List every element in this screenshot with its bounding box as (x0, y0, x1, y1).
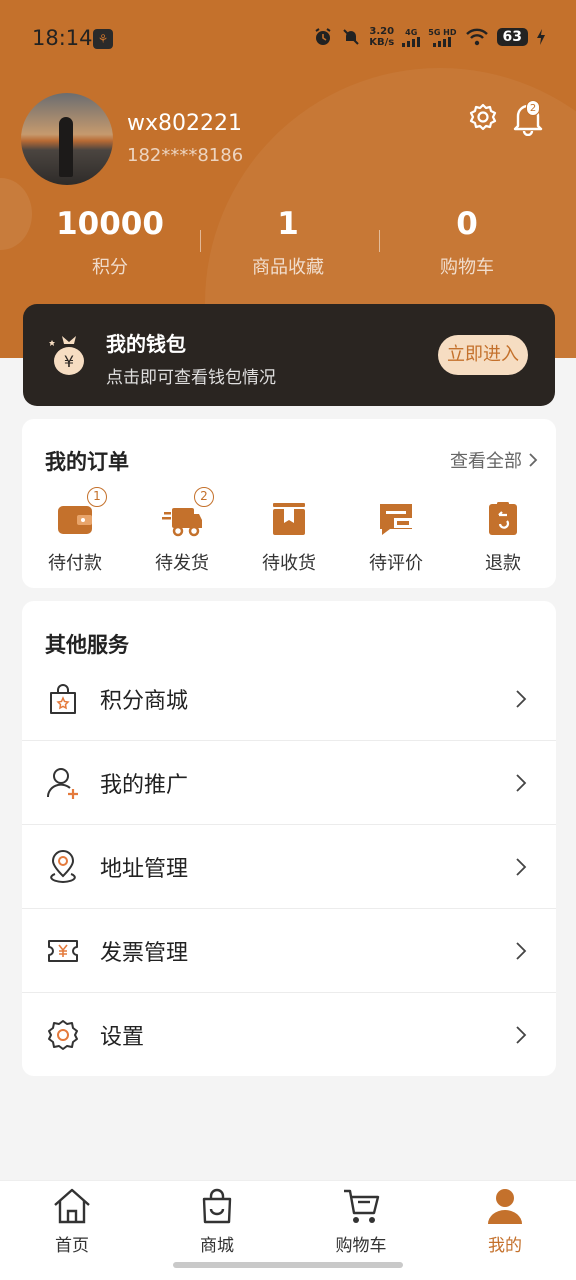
order-pending-payment[interactable]: 1 待付款 (32, 487, 118, 575)
signal-1: 4G (402, 28, 421, 47)
username: wx802221 (127, 111, 242, 136)
net-speed: 3.20 KB/s (369, 26, 395, 48)
alarm-icon (315, 28, 331, 45)
tab-label: 商城 (200, 1236, 234, 1256)
tab-label: 我的 (488, 1236, 522, 1256)
tab-label: 购物车 (335, 1236, 387, 1256)
stat-cart[interactable]: 0 购物车 (377, 205, 557, 279)
signal-2: 5G HD (428, 28, 457, 47)
order-refund[interactable]: 退款 (460, 499, 546, 575)
cart-icon (344, 1189, 380, 1223)
wallet-card[interactable]: ¥ 我的钱包 点击即可查看钱包情况 立即进入 (23, 304, 555, 406)
stat-favorites[interactable]: 1 商品收藏 (198, 205, 378, 279)
home-indicator[interactable] (173, 1262, 403, 1268)
stat-label: 购物车 (440, 257, 494, 278)
chevron-right-icon (516, 774, 527, 792)
order-label: 待发货 (155, 553, 209, 574)
services-card: 其他服务 积分商城 我的推广 地址管理 发票管理 设置 (22, 601, 556, 1076)
order-pending-review[interactable]: 待评价 (353, 499, 439, 575)
chevron-right-icon (516, 690, 527, 708)
order-badge: 2 (194, 487, 214, 507)
tab-mall[interactable]: 商城 (167, 1187, 267, 1256)
battery-indicator: 63 (496, 28, 528, 46)
chevron-right-icon (529, 453, 538, 467)
tab-profile[interactable]: 我的 (455, 1187, 555, 1256)
tab-home[interactable]: 首页 (22, 1187, 122, 1256)
refund-icon (489, 502, 517, 535)
gear-icon[interactable] (466, 101, 500, 135)
order-label: 待评价 (369, 553, 423, 574)
orders-card: 我的订单 查看全部 1 待付款 2 待发货 待收货 待评价 退款 (22, 419, 556, 588)
wallet-icon (58, 506, 92, 534)
stats-row: 10000 积分 1 商品收藏 0 购物车 (0, 205, 576, 285)
stat-label: 积分 (92, 257, 128, 278)
home-icon (54, 1188, 90, 1224)
mute-bell-icon (343, 29, 359, 45)
service-address-management[interactable]: 地址管理 (22, 825, 556, 909)
notification-badge: 2 (526, 100, 540, 116)
service-settings[interactable]: 设置 (22, 993, 556, 1077)
view-all-label: 查看全部 (450, 451, 522, 472)
stat-value: 1 (277, 206, 299, 242)
order-label: 待收货 (262, 553, 316, 574)
avatar[interactable] (21, 93, 113, 185)
service-label: 我的推广 (100, 773, 189, 798)
shop-bag-icon (202, 1188, 232, 1224)
orders-title: 我的订单 (45, 450, 129, 474)
truck-icon (162, 508, 202, 537)
comment-icon (380, 504, 412, 535)
order-badge: 1 (87, 487, 107, 507)
service-label: 积分商城 (100, 689, 189, 714)
svg-text:¥: ¥ (64, 352, 74, 371)
chevron-right-icon (516, 1026, 527, 1044)
order-label: 待付款 (48, 553, 102, 574)
package-icon (273, 503, 305, 535)
status-icons: 3.20 KB/s 4G 5G HD 63 (313, 26, 546, 48)
stat-label: 商品收藏 (252, 257, 324, 278)
status-bar: 18:14 ⚘ 3.20 KB/s 4G 5G HD 63 (0, 0, 576, 80)
wallet-title: 我的钱包 (106, 332, 186, 356)
services-title: 其他服务 (45, 633, 129, 657)
stat-value: 10000 (56, 206, 164, 242)
service-invoice-management[interactable]: 发票管理 (22, 909, 556, 993)
order-pending-shipment[interactable]: 2 待发货 (139, 487, 225, 575)
order-label: 退款 (485, 553, 521, 574)
order-pending-receipt[interactable]: 待收货 (246, 499, 332, 575)
shopping-bag-icon (50, 684, 76, 714)
money-bag-icon: ¥ (49, 336, 84, 375)
wallet-subtitle: 点击即可查看钱包情况 (106, 368, 276, 388)
stat-points[interactable]: 10000 积分 (20, 205, 200, 279)
profile-icon (488, 1189, 522, 1224)
service-my-promotion[interactable]: 我的推广 (22, 741, 556, 825)
stat-value: 0 (456, 206, 478, 242)
charging-icon (537, 29, 545, 45)
status-time: 18:14 (32, 26, 93, 50)
invoice-icon (48, 940, 78, 962)
enter-wallet-button[interactable]: 立即进入 (438, 335, 528, 375)
user-add-icon (46, 768, 78, 799)
app-notification-icon: ⚘ (93, 29, 113, 49)
location-pin-icon (50, 850, 76, 884)
service-label: 设置 (100, 1025, 145, 1050)
wifi-icon (465, 28, 488, 46)
view-all-orders-link[interactable]: 查看全部 (450, 447, 538, 473)
service-points-mall[interactable]: 积分商城 (22, 657, 556, 741)
settings-icon (48, 1020, 78, 1050)
chevron-right-icon (516, 942, 527, 960)
tab-label: 首页 (55, 1236, 89, 1256)
chevron-right-icon (516, 858, 527, 876)
tab-cart[interactable]: 购物车 (311, 1187, 411, 1256)
phone-number: 182****8186 (127, 145, 244, 166)
service-label: 发票管理 (100, 941, 189, 966)
service-label: 地址管理 (100, 857, 189, 882)
